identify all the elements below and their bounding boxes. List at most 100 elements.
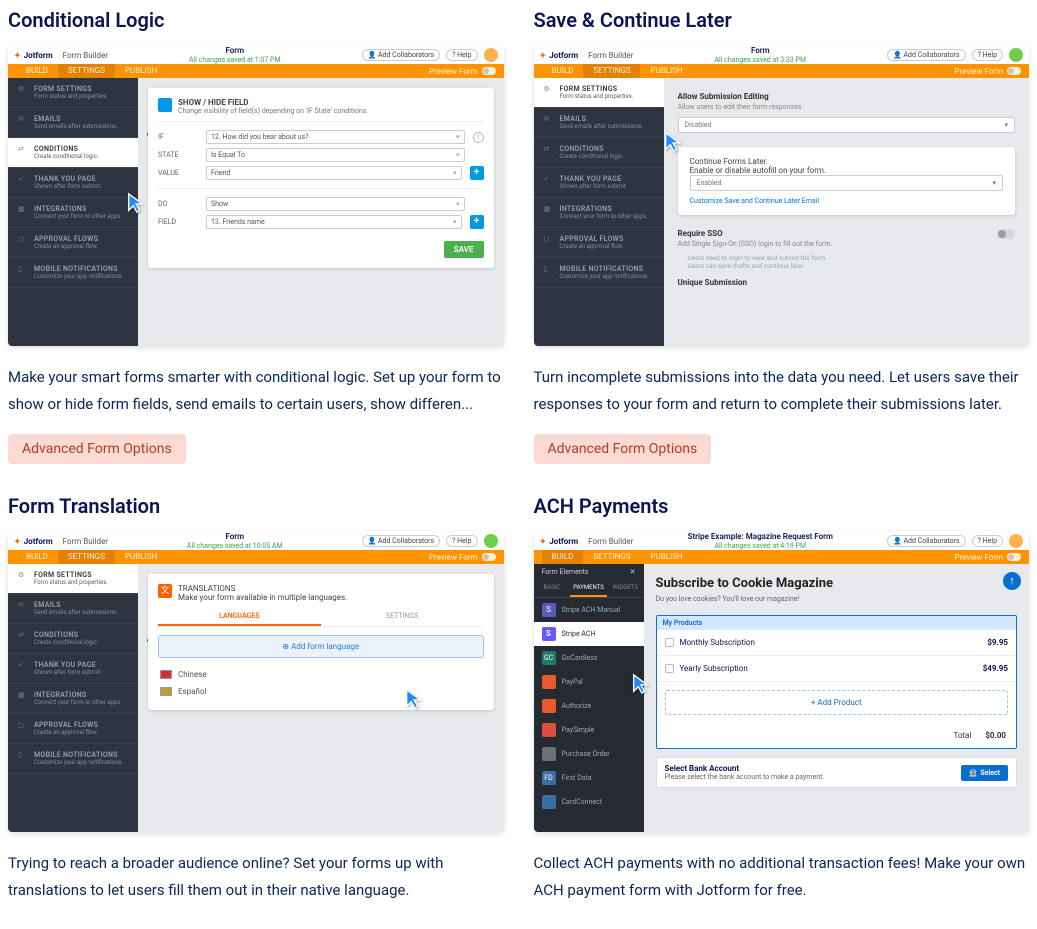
add-product-button[interactable]: + Add Product	[665, 690, 1009, 715]
feature-card-conditional-logic: Conditional Logic ✦Jotform Form Builder …	[8, 8, 504, 464]
help-button[interactable]: ? Help	[972, 49, 1003, 61]
add-collaborators-button[interactable]: 👤 Add Collaborators	[887, 49, 966, 61]
bank-account-box: Select Bank AccountPlease select the ban…	[656, 757, 1018, 788]
card-description: Trying to reach a broader audience onlin…	[8, 850, 504, 904]
tab-publish[interactable]: PUBLISH	[115, 64, 167, 78]
screenshot-save-continue[interactable]: ✦Jotform Form Builder FormAll changes sa…	[534, 46, 1030, 346]
settings-sidebar: ⚙FORM SETTINGSForm status and properties…	[8, 564, 138, 832]
sidebar-item-form-settings[interactable]: ⚙FORM SETTINGSForm status and properties…	[8, 78, 138, 108]
avatar[interactable]	[1009, 48, 1023, 62]
allow-submission-editing: Allow Submission Editing Allow users to …	[678, 88, 1016, 137]
select-bank-button[interactable]: 🏦 Select	[961, 765, 1008, 781]
product-row-monthly[interactable]: Monthly Subscription$9.95	[657, 630, 1017, 656]
builder-tabs: BUILDSETTINGSPUBLISH Preview Form	[534, 64, 1030, 78]
settings-sidebar: ⚙FORM SETTINGSForm status and properties…	[534, 78, 664, 346]
sidebar-item-approval-flows[interactable]: ◻APPROVAL FLOWSCreate an approval flow.	[8, 228, 138, 258]
sidebar-item-emails[interactable]: ✉EMAILSSend emails after submissions.	[534, 108, 664, 138]
jotform-logo: ✦Jotform	[14, 51, 53, 60]
sidebar-item-thank-you[interactable]: ✓THANK YOU PAGEShown after form submit.	[8, 168, 138, 198]
continue-forms-panel: Continue Forms Later Enable or disable a…	[678, 147, 1016, 215]
sidebar-item-thank-you[interactable]: ✓THANK YOU PAGEShown after form submit.	[534, 168, 664, 198]
add-condition-button[interactable]: +	[470, 166, 484, 180]
form-title: Form	[225, 46, 244, 55]
feature-card-save-continue: Save & Continue Later ✦Jotform Form Buil…	[534, 8, 1030, 464]
screenshot-ach-payments[interactable]: ✦Jotform Form Builder Stripe Example: Ma…	[534, 532, 1030, 832]
sidebar-item-integrations[interactable]: ▦INTEGRATIONSConnect your form to other …	[8, 198, 138, 228]
save-button[interactable]: SAVE	[444, 241, 484, 258]
help-button[interactable]: ? Help	[446, 535, 477, 547]
sidebar-item-form-settings[interactable]: ⚙FORM SETTINGSForm status and properties…	[8, 564, 138, 594]
screenshot-form-translation[interactable]: ✦Jotform Form Builder FormAll changes sa…	[8, 532, 504, 832]
help-button[interactable]: ? Help	[446, 49, 477, 61]
payment-item[interactable]: SStripe ACH Manual	[534, 598, 644, 622]
help-button[interactable]: ? Help	[972, 535, 1003, 547]
add-collaborators-button[interactable]: 👤 Add Collaborators	[887, 535, 966, 547]
avatar[interactable]	[484, 48, 498, 62]
cursor-icon	[125, 191, 147, 215]
feature-card-ach-payments: ACH Payments ✦Jotform Form Builder Strip…	[534, 494, 1030, 920]
form-elements-panel: Form Elements✕ BASICPAYMENTSWIDGETS SStr…	[534, 564, 644, 832]
jotform-logo: ✦Jotform	[540, 537, 579, 546]
sidebar-item-emails[interactable]: ✉EMAILSSend emails after submissions.	[8, 108, 138, 138]
tag-advanced-form-options[interactable]: Advanced Form Options	[534, 434, 712, 464]
payment-item-stripe-ach[interactable]: SStripe ACH	[534, 622, 644, 646]
sidebar-item-mobile-notifications[interactable]: ▯MOBILE NOTIFICATIONSCustomize your app …	[8, 258, 138, 288]
sidebar-item-integrations[interactable]: ▦INTEGRATIONSConnect your form to other …	[534, 198, 664, 228]
app-topbar: ✦Jotform Form Builder FormAll changes sa…	[534, 46, 1030, 64]
tag-advanced-form-options[interactable]: Advanced Form Options	[8, 434, 186, 464]
app-topbar: ✦Jotform Form Builder FormAll changes sa…	[8, 532, 504, 550]
avatar[interactable]	[1009, 534, 1023, 548]
show-hide-icon	[158, 98, 172, 112]
help-icon[interactable]: ?	[473, 132, 484, 143]
close-icon[interactable]: ✕	[630, 568, 636, 576]
do-select[interactable]: Show▾	[206, 197, 465, 211]
if-field-select[interactable]: 12. How did you hear about us?▾	[206, 130, 465, 144]
sidebar-item-form-settings[interactable]: ⚙FORM SETTINGSForm status and properties…	[534, 78, 664, 108]
cursor-icon	[630, 672, 652, 696]
form-builder-label[interactable]: Form Builder	[588, 51, 633, 60]
add-action-button[interactable]: +	[470, 215, 484, 229]
scroll-top-button[interactable]: ↑	[1003, 572, 1021, 590]
sidebar-item-approval-flows[interactable]: ◻APPROVAL FLOWSCreate an approval flow.	[534, 228, 664, 258]
save-status: All changes saved at 1:07 PM	[189, 56, 281, 64]
translations-panel: 文TRANSLATIONSMake your form available in…	[148, 574, 494, 710]
target-field-select[interactable]: 13. Friends name▾	[206, 215, 462, 229]
tab-languages[interactable]: LANGUAGES	[158, 608, 321, 626]
tab-build[interactable]: BUILD	[16, 64, 58, 78]
cursor-icon	[403, 687, 425, 711]
form-heading: Subscribe to Cookie Magazine	[656, 576, 1018, 591]
continue-forms-select[interactable]: Enabled▾	[690, 175, 1004, 191]
require-sso: Require SSOAdd Single Sign-On (SSO) logi…	[678, 225, 1016, 274]
language-row-spanish[interactable]: Español	[158, 683, 484, 700]
state-select[interactable]: Is Equal To▾	[206, 148, 465, 162]
feature-card-form-translation: Form Translation ✦Jotform Form Builder F…	[8, 494, 504, 920]
card-title: Save & Continue Later	[534, 8, 1030, 32]
allow-editing-select[interactable]: Disabled▾	[678, 117, 1016, 133]
add-form-language-button[interactable]: ⊕ Add form language	[158, 635, 484, 658]
sidebar-item-conditions[interactable]: ⇄CONDITIONSCreate conditional logic.	[534, 138, 664, 168]
tab-settings[interactable]: SETTINGS	[58, 64, 115, 78]
sidebar-item-mobile-notifications[interactable]: ▯MOBILE NOTIFICATIONSCustomize your app …	[534, 258, 664, 288]
form-builder-label[interactable]: Form Builder	[63, 51, 108, 60]
builder-tabs: BUILD SETTINGS PUBLISH Preview Form	[8, 64, 504, 78]
add-collaborators-button[interactable]: 👤 Add Collaborators	[362, 49, 441, 61]
sidebar-item-conditions[interactable]: ⇄CONDITIONSCreate conditional logic.	[8, 138, 138, 168]
preview-form-toggle[interactable]: Preview Form	[954, 67, 1021, 76]
products-box: My Products Monthly Subscription$9.95 Ye…	[656, 615, 1018, 749]
value-select[interactable]: Friend▾	[206, 166, 462, 180]
sso-toggle[interactable]	[997, 229, 1015, 239]
tab-translation-settings[interactable]: SETTINGS	[321, 608, 484, 626]
app-topbar: ✦Jotform Form Builder Stripe Example: Ma…	[534, 532, 1030, 550]
card-title: Conditional Logic	[8, 8, 504, 32]
screenshot-conditional-logic[interactable]: ✦Jotform Form Builder FormAll changes sa…	[8, 46, 504, 346]
preview-form-toggle[interactable]: Preview Form	[429, 67, 496, 76]
condition-panel: SHOW / HIDE FIELDChange visibility of fi…	[148, 88, 494, 268]
jotform-logo: ✦Jotform	[14, 537, 53, 546]
avatar[interactable]	[484, 534, 498, 548]
product-row-yearly[interactable]: Yearly Subscription$49.95	[657, 656, 1017, 682]
language-row-chinese[interactable]: Chinese	[158, 666, 484, 683]
card-description: Turn incomplete submissions into the dat…	[534, 364, 1030, 418]
add-collaborators-button[interactable]: 👤 Add Collaborators	[362, 535, 441, 547]
translations-icon: 文	[158, 584, 172, 598]
customize-email-link[interactable]: Customize Save and Continue Later Email	[690, 197, 1004, 205]
